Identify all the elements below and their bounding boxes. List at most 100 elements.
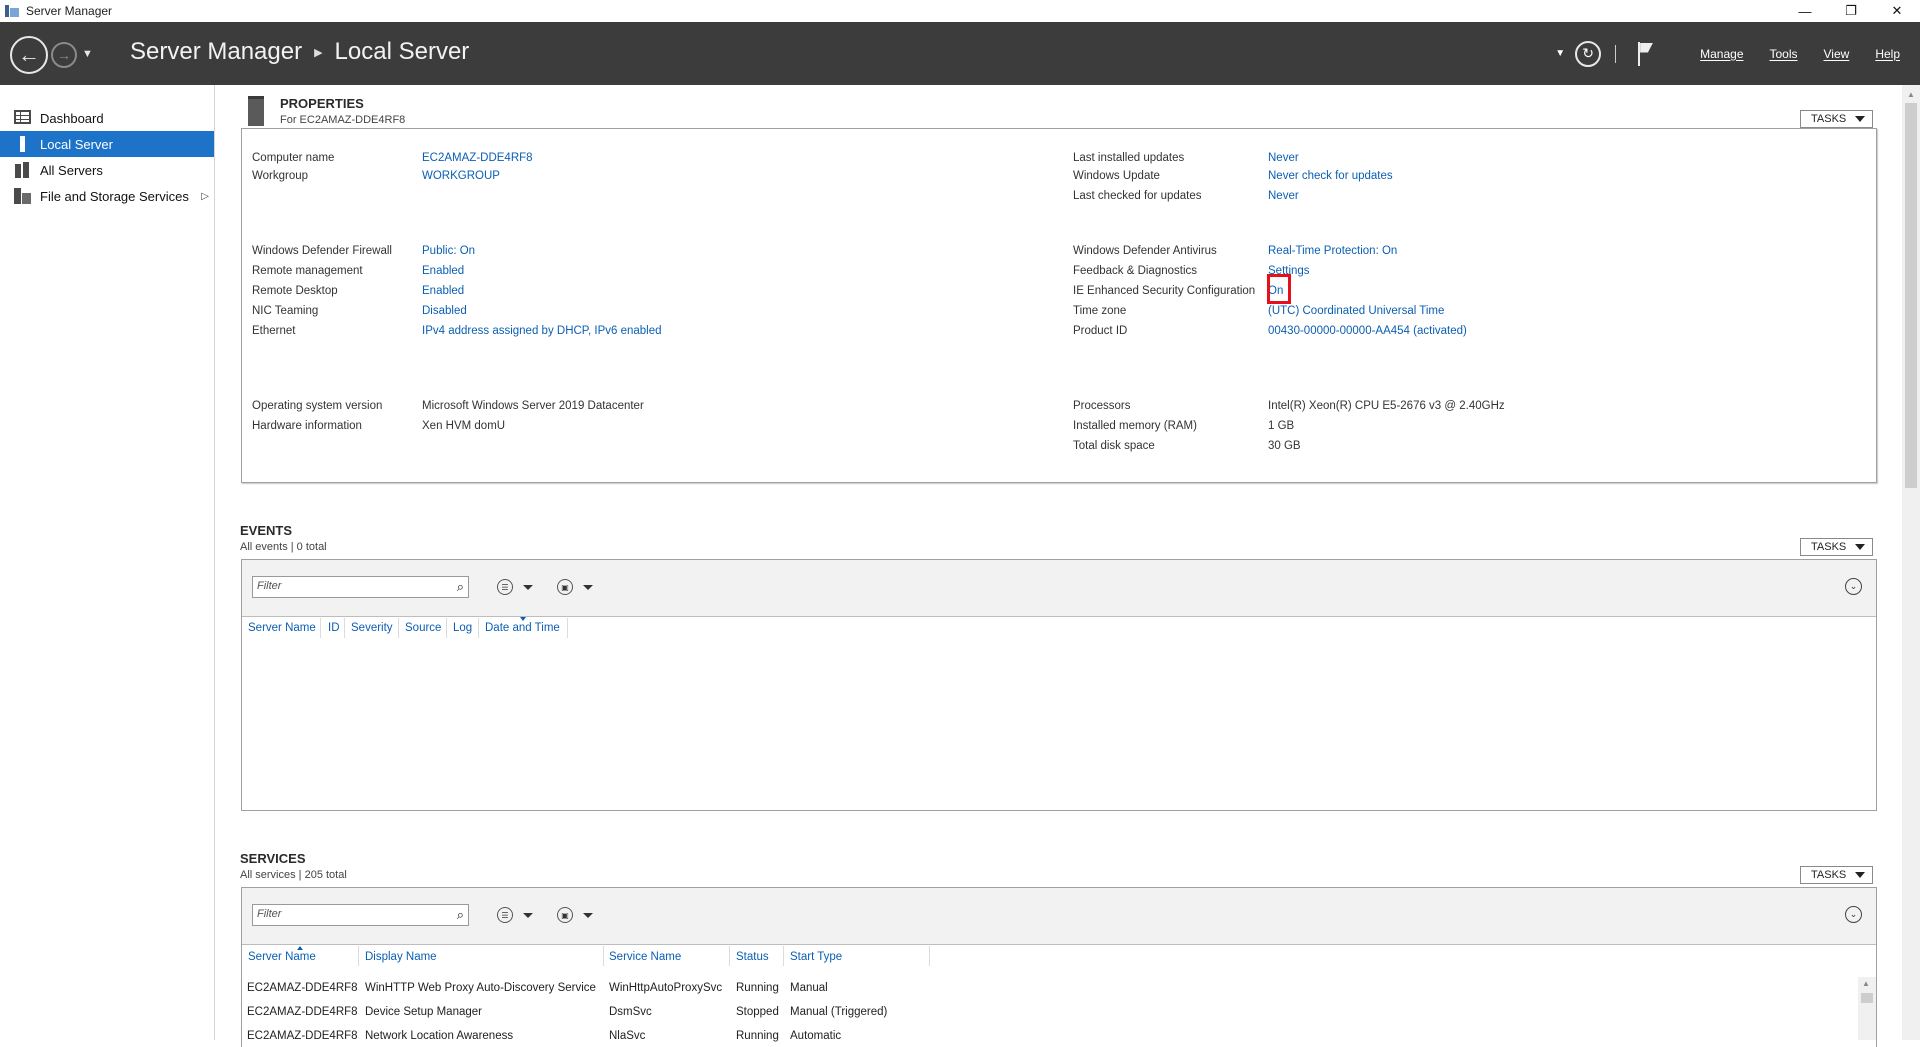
tasks-label: TASKS [1811,869,1847,881]
scroll-thumb[interactable] [1861,993,1873,1003]
column-divider[interactable] [344,618,345,638]
services-filter-input[interactable]: Filter ⌕ [252,904,469,926]
services-toolbar: Filter ⌕ ☰ ▣ ⌄ [242,888,1876,945]
filter-placeholder: Filter [257,908,282,920]
scroll-thumb[interactable] [1905,103,1917,488]
prop-label: Product ID [1073,325,1128,337]
column-divider[interactable] [478,618,479,638]
column-divider[interactable] [398,618,399,638]
list-options-dropdown-icon[interactable] [523,585,533,590]
column-divider[interactable] [929,946,930,966]
sidebar-item-label: Dashboard [40,110,104,126]
services-col-service-name[interactable]: Service Name [609,951,681,963]
cell-display-name: WinHTTP Web Proxy Auto-Discovery Service [365,982,596,994]
column-divider[interactable] [446,618,447,638]
save-query-dropdown-icon[interactable] [583,913,593,918]
properties-tasks-button[interactable]: TASKS [1800,110,1873,128]
minimize-button[interactable]: — [1782,0,1828,22]
column-divider[interactable] [783,946,784,966]
menu-view[interactable]: View [1824,47,1850,61]
forward-button[interactable]: → [51,42,77,68]
refresh-icon[interactable]: ↻ [1575,40,1602,67]
prop-label: Windows Defender Antivirus [1073,245,1217,257]
firewall-link[interactable]: Public: On [422,243,475,259]
history-dropdown-icon[interactable]: ▼ [82,48,93,60]
column-divider[interactable] [358,946,359,966]
column-divider[interactable] [603,946,604,966]
save-query-dropdown-icon[interactable] [583,585,593,590]
ie-esc-highlight-box [1267,274,1291,304]
services-col-display-name[interactable]: Display Name [365,951,437,963]
search-icon[interactable]: ⌕ [457,579,464,595]
list-options-dropdown-icon[interactable] [523,913,533,918]
chevron-right-icon[interactable]: ▷ [201,191,209,202]
window-title: Server Manager [26,4,113,18]
events-filter-input[interactable]: Filter ⌕ [252,576,469,598]
time-zone-link[interactable]: (UTC) Coordinated Universal Time [1268,303,1444,319]
breadcrumb-app[interactable]: Server Manager [130,38,302,66]
arrow-right-icon: → [57,47,71,63]
scroll-up-icon[interactable]: ▲ [1862,979,1870,988]
remote-desktop-link[interactable]: Enabled [422,283,464,299]
events-col-log[interactable]: Log [453,622,472,634]
last-checked-link[interactable]: Never [1268,188,1299,204]
product-id-link[interactable]: 00430-00000-00000-AA454 (activated) [1268,323,1467,339]
list-options-icon[interactable]: ☰ [497,579,513,595]
services-col-start-type[interactable]: Start Type [790,951,842,963]
services-col-status[interactable]: Status [736,951,769,963]
column-divider[interactable] [567,618,568,638]
services-tasks-button[interactable]: TASKS [1800,866,1873,884]
sidebar-item-file-storage[interactable]: File and Storage Services ▷ [0,183,214,209]
prop-label: NIC Teaming [252,305,319,317]
cell-server-name: EC2AMAZ-DDE4RF8 [247,982,358,994]
remote-management-link[interactable]: Enabled [422,263,464,279]
restore-button[interactable]: ❐ [1828,0,1874,22]
nic-teaming-link[interactable]: Disabled [422,303,467,319]
back-button[interactable]: ← [10,36,48,74]
menu-tools[interactable]: Tools [1770,47,1798,61]
events-tasks-button[interactable]: TASKS [1800,538,1873,556]
last-installed-updates-link[interactable]: Never [1268,150,1299,166]
sidebar-item-all-servers[interactable]: All Servers [0,157,214,183]
menu-help[interactable]: Help [1875,47,1900,61]
save-query-icon[interactable]: ▣ [557,579,573,595]
search-icon[interactable]: ⌕ [457,907,464,923]
services-panel: Filter ⌕ ☰ ▣ ⌄ [241,887,1877,1047]
services-scrollbar[interactable]: ▲ [1858,977,1876,1040]
services-col-server-name[interactable]: Server Name [248,951,316,963]
notifications-flag-icon[interactable] [1636,41,1654,66]
prop-label: Time zone [1073,305,1127,317]
expand-collapse-icon[interactable]: ⌄ [1845,906,1862,923]
list-options-icon[interactable]: ☰ [497,907,513,923]
events-col-date-time[interactable]: Date and Time [485,622,560,634]
events-col-source[interactable]: Source [405,622,441,634]
close-button[interactable]: ✕ [1874,0,1920,22]
prop-label: Remote Desktop [252,285,338,297]
events-col-severity[interactable]: Severity [351,622,393,634]
refresh-dropdown-icon[interactable]: ▼ [1555,48,1565,59]
column-divider[interactable] [729,946,730,966]
workgroup-link[interactable]: WORKGROUP [422,168,500,184]
main-scrollbar[interactable]: ▲ [1902,85,1920,1040]
prop-label: Hardware information [252,420,362,432]
ethernet-link[interactable]: IPv4 address assigned by DHCP, IPv6 enab… [422,323,662,339]
prop-label: Total disk space [1073,440,1155,452]
events-subtitle: All events | 0 total [240,541,327,553]
sort-ascending-icon [297,946,303,950]
computer-name-link[interactable]: EC2AMAZ-DDE4RF8 [422,150,533,166]
breadcrumb-page: Local Server [334,38,470,65]
antivirus-link[interactable]: Real-Time Protection: On [1268,243,1397,259]
events-col-id[interactable]: ID [328,622,340,634]
storage-icon [14,188,32,204]
events-col-server-name[interactable]: Server Name [248,622,316,634]
save-query-icon[interactable]: ▣ [557,907,573,923]
windows-update-link[interactable]: Never check for updates [1268,168,1393,184]
sidebar-item-dashboard[interactable]: Dashboard [0,105,214,131]
menu-manage[interactable]: Manage [1700,47,1743,61]
expand-collapse-icon[interactable]: ⌄ [1845,578,1862,595]
scroll-up-icon[interactable]: ▲ [1902,86,1920,102]
sidebar-item-local-server[interactable]: Local Server [0,131,214,157]
column-divider[interactable] [320,618,321,638]
prop-label: Installed memory (RAM) [1073,420,1197,432]
cell-display-name: Device Setup Manager [365,1006,482,1018]
